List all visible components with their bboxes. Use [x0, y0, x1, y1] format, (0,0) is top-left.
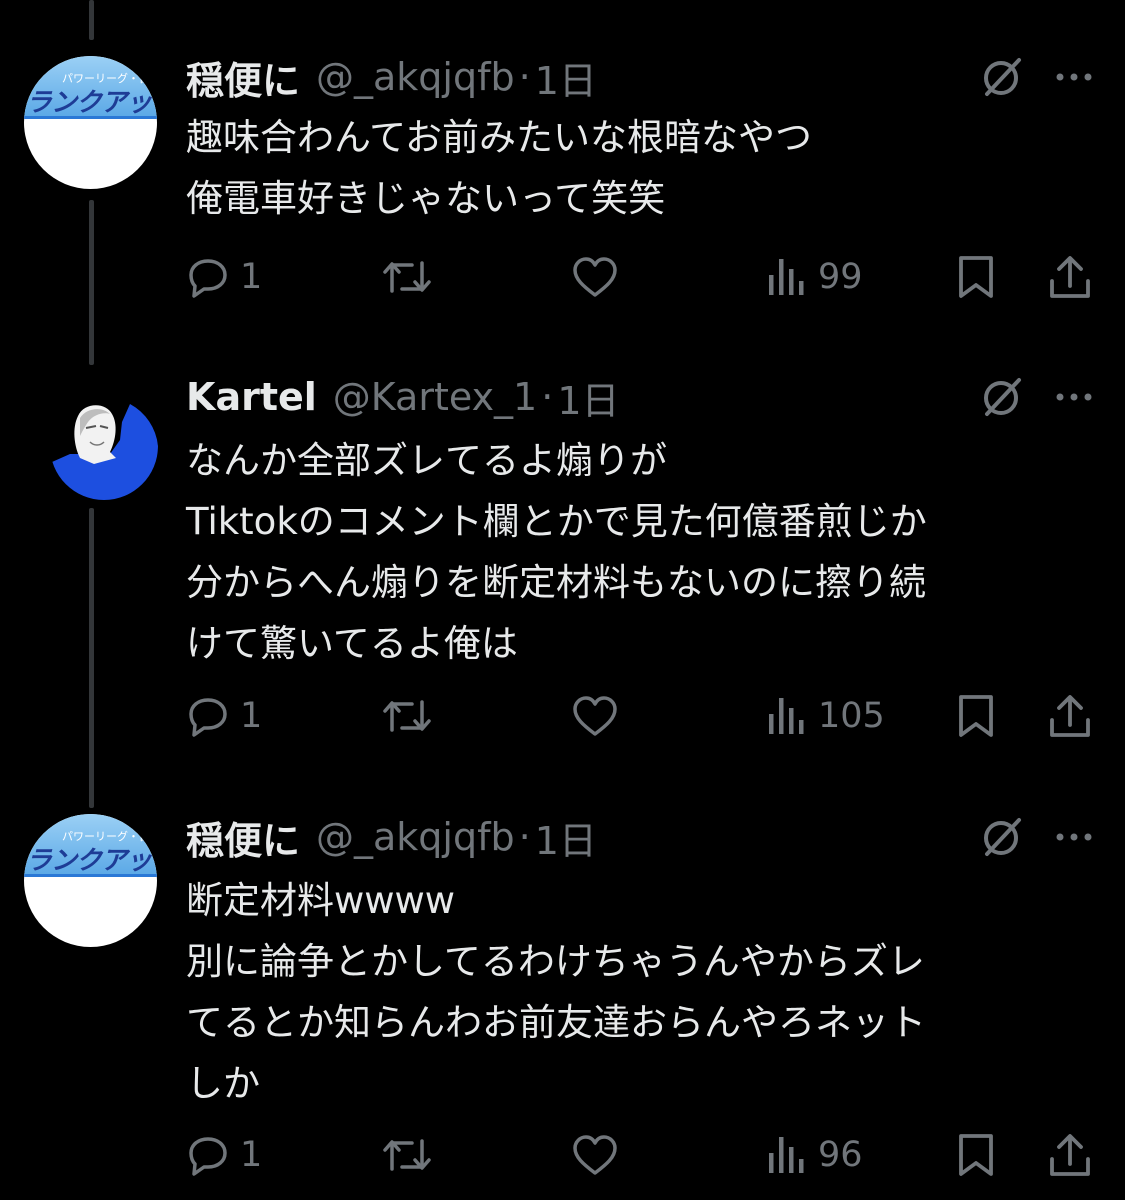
reply-button[interactable]: 1 — [186, 691, 262, 741]
grok-icon[interactable] — [979, 374, 1025, 420]
user-handle[interactable]: @_akqjqfb — [316, 815, 515, 859]
share-button[interactable] — [1048, 691, 1092, 741]
reply-icon — [189, 1137, 227, 1176]
bookmark-button[interactable] — [954, 691, 998, 741]
avatar[interactable]: パワーリーグ・自己紹 ランクアッ — [24, 56, 157, 189]
avatar[interactable]: パワーリーグ・自己紹 ランクアッ — [24, 814, 157, 947]
retweet-button[interactable] — [382, 1130, 442, 1180]
reply-icon — [189, 698, 227, 737]
tweet-text-line: 俺電車好きじゃないって笑笑 — [186, 177, 666, 220]
views-icon — [769, 1137, 804, 1173]
heart-icon — [573, 1135, 617, 1175]
avatar-image — [50, 392, 158, 500]
retweet-button[interactable] — [382, 691, 442, 741]
tweet[interactable]: Kartel @Kartex_1 · 1日 なんか全部ズレてるよ煽りが Tikt… — [0, 372, 1125, 762]
tweet-text-line: 趣味合わんてお前みたいな根暗なやつ — [186, 116, 813, 159]
timestamp[interactable]: 1日 — [535, 810, 597, 865]
display-name[interactable]: 穏便に — [186, 810, 300, 865]
tweet-text-line: てるとか知らんわお前友達おらんやろネット — [186, 1001, 926, 1044]
grok-icon[interactable] — [979, 54, 1025, 100]
retweet-icon — [383, 700, 431, 732]
thread-line — [89, 0, 94, 40]
separator-dot: · — [518, 55, 531, 99]
heart-icon — [573, 257, 617, 297]
views-count: 99 — [818, 257, 863, 297]
reply-count: 1 — [240, 257, 263, 297]
retweet-button[interactable] — [382, 252, 442, 302]
grok-icon[interactable] — [979, 814, 1025, 860]
more-icon[interactable] — [1053, 56, 1095, 98]
tweet-text: 断定材料wwww 別に論争とかしてるわけちゃうんやからズレ てるとか知らんわお前… — [186, 870, 1066, 1114]
tweet-text-line: なんか全部ズレてるよ煽りが — [186, 439, 667, 482]
share-icon — [1050, 256, 1090, 298]
reply-count: 1 — [240, 696, 263, 736]
tweet-text-line: Tiktokのコメント欄とかで見た何億番煎じか — [186, 500, 927, 543]
display-name[interactable]: 穏便に — [186, 50, 300, 105]
tweet-text-line: 別に論争とかしてるわけちゃうんやからズレ — [186, 940, 925, 983]
retweet-icon — [383, 1139, 431, 1171]
display-name[interactable]: Kartel — [186, 375, 317, 419]
timestamp[interactable]: 1日 — [535, 50, 597, 105]
bookmark-button[interactable] — [954, 252, 998, 302]
action-bar: 1 96 — [186, 1130, 1096, 1180]
like-button[interactable] — [571, 252, 629, 302]
tweet-text-line: けて驚いてるよ俺は — [186, 622, 518, 665]
tweet-text: 趣味合わんてお前みたいな根暗なやつ 俺電車好きじゃないって笑笑 — [186, 107, 1066, 229]
timestamp[interactable]: 1日 — [557, 370, 619, 425]
user-handle[interactable]: @Kartex_1 — [333, 375, 537, 419]
more-icon[interactable] — [1053, 376, 1095, 418]
separator-dot: · — [541, 375, 554, 419]
tweet[interactable]: パワーリーグ・自己紹 ランクアッ 穏便に @_akqjqfb · 1日 断定材料… — [0, 812, 1125, 1192]
reply-icon — [189, 259, 227, 298]
tweet-text-line: 断定材料wwww — [186, 879, 456, 922]
views-count: 96 — [818, 1135, 863, 1175]
tweet-text: なんか全部ズレてるよ煽りが Tiktokのコメント欄とかで見た何億番煎じか 分か… — [186, 430, 1066, 674]
share-icon — [1050, 695, 1090, 737]
separator-dot: · — [518, 815, 531, 859]
tweet-text-line: しか — [186, 1062, 260, 1105]
views-icon — [769, 698, 804, 734]
like-button[interactable] — [571, 1130, 629, 1180]
avatar-banner-text: ランクアッ — [26, 846, 152, 876]
views-button[interactable]: 96 — [766, 1130, 863, 1180]
avatar-banner-text: ランクアッ — [26, 88, 152, 118]
reply-count: 1 — [240, 1135, 263, 1175]
tweet-header: 穏便に @_akqjqfb · 1日 — [186, 810, 597, 865]
reply-button[interactable]: 1 — [186, 1130, 262, 1180]
heart-icon — [573, 696, 617, 736]
views-count: 105 — [818, 696, 885, 736]
reply-button[interactable]: 1 — [186, 252, 262, 302]
tweet-text-line: 分からへん煽りを断定材料もないのに擦り続 — [186, 561, 926, 604]
like-button[interactable] — [571, 691, 629, 741]
avatar[interactable] — [50, 392, 158, 500]
avatar-banner-stripe — [24, 874, 157, 877]
share-button[interactable] — [1048, 252, 1092, 302]
views-button[interactable]: 105 — [766, 691, 885, 741]
bookmark-button[interactable] — [954, 1130, 998, 1180]
bookmark-icon — [959, 1134, 993, 1176]
bookmark-icon — [959, 695, 993, 737]
share-icon — [1050, 1134, 1090, 1176]
bookmark-icon — [959, 256, 993, 298]
tweet-header: 穏便に @_akqjqfb · 1日 — [186, 50, 597, 105]
tweet[interactable]: パワーリーグ・自己紹 ランクアッ 穏便に @_akqjqfb · 1日 趣味合わ… — [0, 52, 1125, 312]
tweet-header: Kartel @Kartex_1 · 1日 — [186, 370, 620, 425]
retweet-icon — [383, 261, 431, 293]
share-button[interactable] — [1048, 1130, 1092, 1180]
user-handle[interactable]: @_akqjqfb — [316, 55, 515, 99]
action-bar: 1 105 — [186, 691, 1096, 741]
more-icon[interactable] — [1053, 816, 1095, 858]
views-icon — [769, 259, 804, 295]
action-bar: 1 99 — [186, 252, 1096, 302]
views-button[interactable]: 99 — [766, 252, 863, 302]
avatar-banner-stripe — [24, 116, 157, 119]
